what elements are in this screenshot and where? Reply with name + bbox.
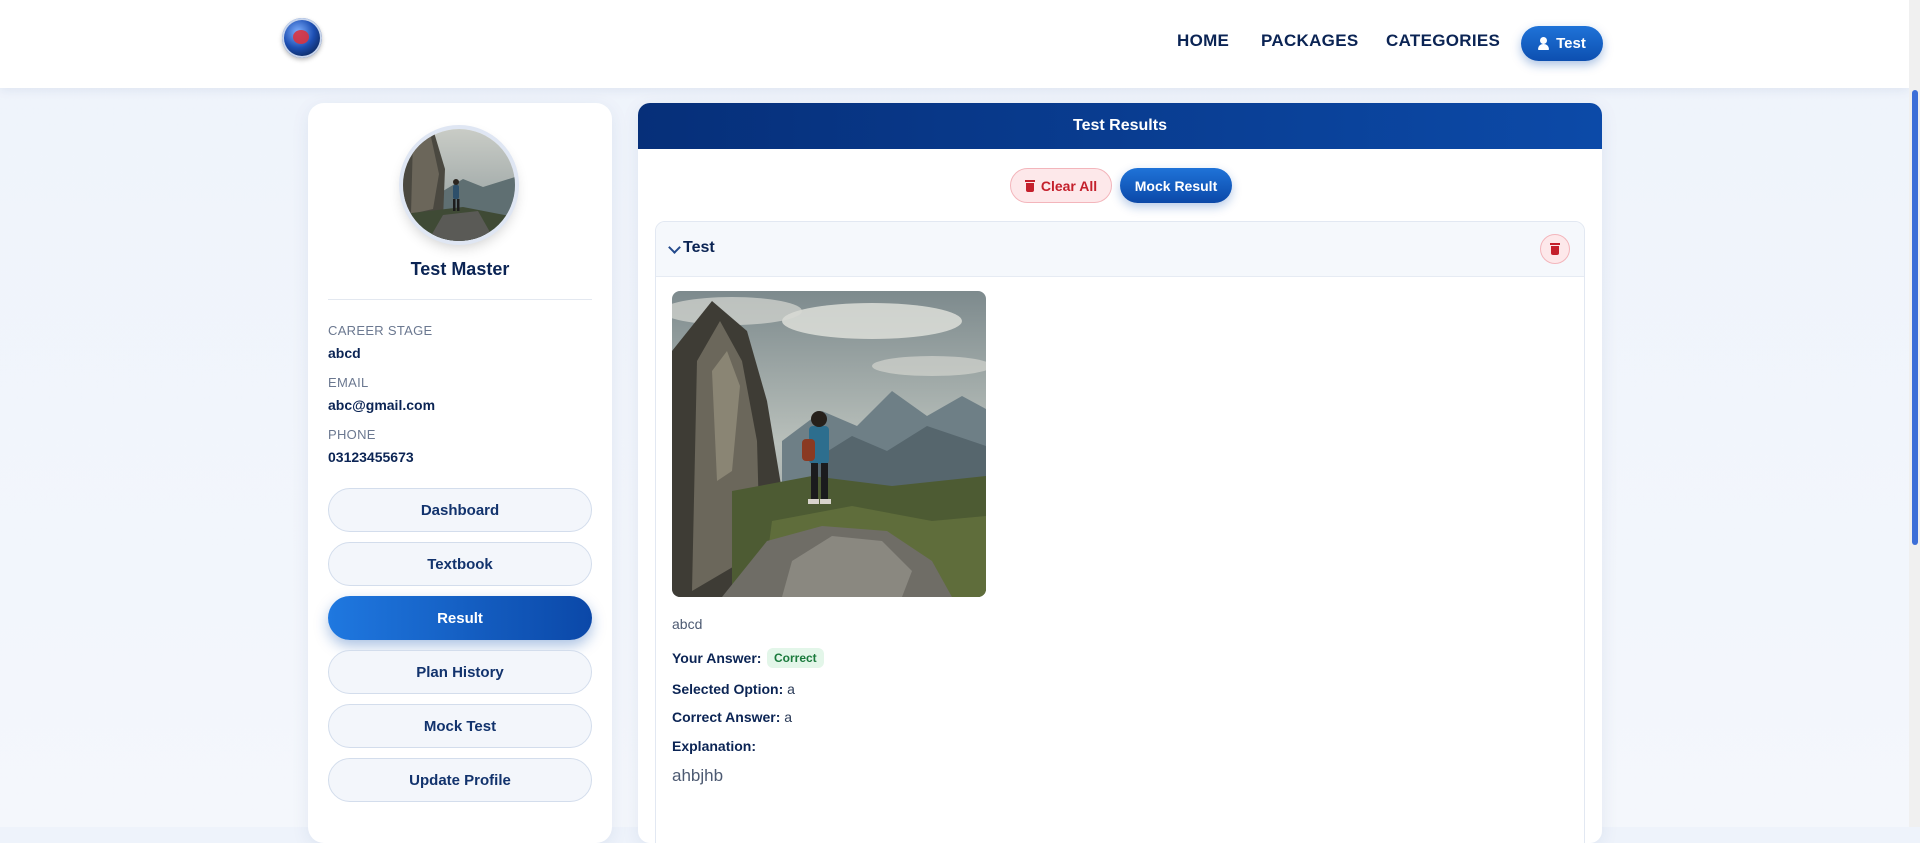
status-badge: Correct (767, 648, 824, 668)
selected-option-value: a (787, 681, 795, 697)
profile-name: Test Master (410, 259, 510, 279)
sidebar-item-update-profile[interactable]: Update Profile (328, 758, 592, 802)
test-result-accordion: Test abcd Your Answer: Correct Selected … (655, 221, 1585, 843)
scrollbar[interactable] (1909, 0, 1920, 827)
delete-test-button[interactable] (1540, 234, 1570, 264)
accordion-header[interactable]: Test (656, 222, 1584, 277)
chevron-down-icon (668, 241, 681, 254)
explanation-text: ahbjhb (672, 766, 724, 785)
selected-option-row: Selected Option: a (672, 681, 795, 697)
top-navbar: HOME PACKAGES CATEGORIES Test (0, 0, 1909, 88)
mock-result-button[interactable]: Mock Result (1120, 168, 1232, 203)
question-image (672, 291, 986, 597)
sidebar-item-dashboard[interactable]: Dashboard (328, 488, 592, 532)
trash-icon (1550, 243, 1560, 255)
phone-label: PHONE (328, 427, 376, 442)
avatar-image (403, 129, 515, 241)
correct-answer-value: a (784, 709, 793, 725)
nav-home[interactable]: HOME (1177, 31, 1229, 51)
logo-icon[interactable] (282, 18, 322, 58)
results-panel: Test Results Clear All Mock Result Test (638, 103, 1602, 843)
email-value: abc@gmail.com (328, 397, 436, 413)
sidebar-item-textbook[interactable]: Textbook (328, 542, 592, 586)
user-icon (1538, 37, 1550, 50)
email-label: EMAIL (328, 375, 369, 390)
sidebar-item-mock-test[interactable]: Mock Test (328, 704, 592, 748)
avatar (403, 129, 515, 241)
user-menu-button[interactable]: Test (1521, 26, 1603, 61)
career-stage-label: CAREER STAGE (328, 323, 433, 338)
correct-answer-row: Correct Answer: a (672, 709, 792, 725)
your-answer-label: Your Answer: (672, 650, 762, 666)
test-title: Test (683, 239, 715, 256)
career-stage-value: abcd (328, 345, 361, 361)
trash-icon (1024, 179, 1035, 192)
sidebar-item-result[interactable]: Result (328, 596, 592, 640)
sidebar-item-plan-history[interactable]: Plan History (328, 650, 592, 694)
scrollbar-thumb[interactable] (1912, 90, 1918, 545)
selected-option-label: Selected Option: (672, 681, 784, 697)
phone-value: 03123455673 (328, 449, 414, 465)
user-menu-label: Test (1556, 35, 1586, 52)
nav-categories[interactable]: CATEGORIES (1386, 31, 1500, 51)
question-image-graphic (672, 291, 986, 597)
explanation-label: Explanation: (672, 738, 757, 754)
results-header: Test Results (638, 103, 1602, 149)
results-title: Test Results (1073, 117, 1167, 134)
nav-packages[interactable]: PACKAGES (1261, 31, 1359, 51)
question-text: abcd (672, 616, 703, 632)
profile-sidebar: Test Master CAREER STAGE abcd EMAIL abc@… (308, 103, 612, 843)
profile-divider (328, 299, 592, 300)
clear-all-button[interactable]: Clear All (1010, 168, 1112, 203)
correct-answer-label: Correct Answer: (672, 709, 781, 725)
clear-all-label: Clear All (1040, 177, 1098, 194)
